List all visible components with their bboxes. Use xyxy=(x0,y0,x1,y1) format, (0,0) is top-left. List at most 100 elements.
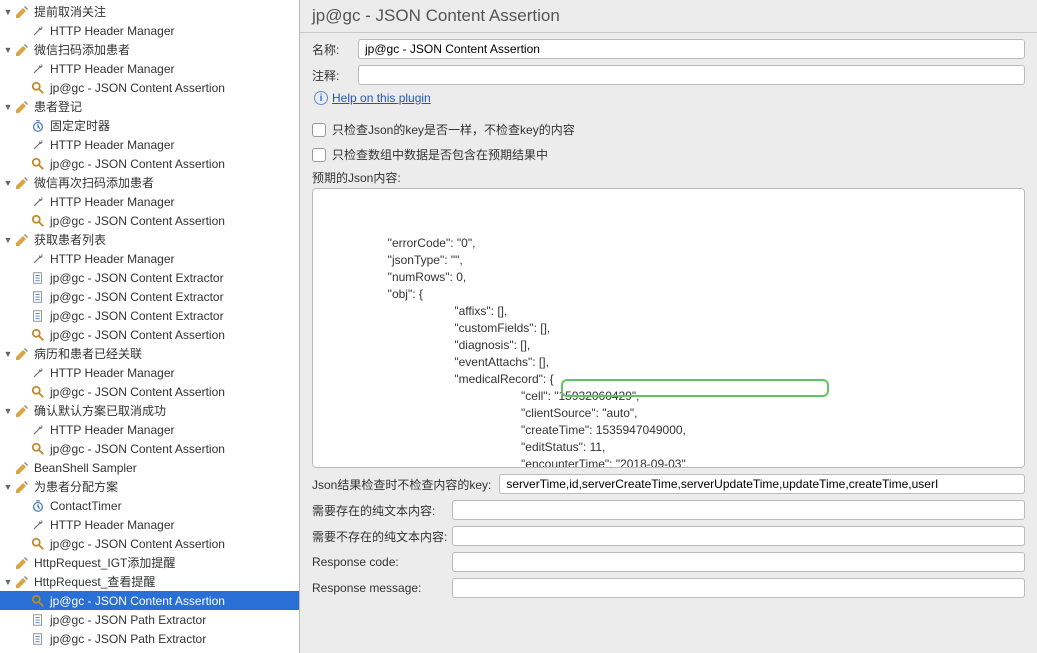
json-line: "eventAttachs": [], xyxy=(321,354,1016,371)
tree-item-label: jp@gc - JSON Content Extractor xyxy=(50,290,224,304)
tree-item[interactable]: ContactTimer xyxy=(0,496,299,515)
tree-item[interactable]: jp@gc - JSON Content Assertion xyxy=(0,591,299,610)
tree-item[interactable]: 固定定时器 xyxy=(0,116,299,135)
tree-item[interactable]: ▼患者登记 xyxy=(0,97,299,116)
tree-item[interactable]: ▼为患者分配方案 xyxy=(0,477,299,496)
tree-toggle[interactable]: ▼ xyxy=(2,406,14,416)
tree-item[interactable]: ▼确认默认方案已取消成功 xyxy=(0,401,299,420)
timer-icon xyxy=(30,498,46,514)
tree-toggle[interactable]: ▼ xyxy=(2,178,14,188)
name-input[interactable] xyxy=(358,39,1025,59)
tree-item-label: HTTP Header Manager xyxy=(50,195,175,209)
tree-item[interactable]: ▼微信再次扫码添加患者 xyxy=(0,173,299,192)
response-code-input[interactable] xyxy=(452,552,1025,572)
ignore-key-input[interactable] xyxy=(499,474,1025,494)
tree-item-label: jp@gc - JSON Path Extractor xyxy=(50,632,206,646)
tree-item[interactable]: BeanShell Sampler xyxy=(0,458,299,477)
tree-panel[interactable]: ▼提前取消关注 HTTP Header Manager ▼ 微信扫码添加患者 HTTP … xyxy=(0,0,300,653)
tree-item[interactable]: jp@gc - JSON Content Extractor xyxy=(0,268,299,287)
tree-item-label: jp@gc - JSON Content Assertion xyxy=(50,214,225,228)
json-line: "clientSource": "auto", xyxy=(321,405,1016,422)
tree-item[interactable]: jp@gc - JSON Content Assertion xyxy=(0,534,299,553)
tree-item-label: jp@gc - JSON Content Extractor xyxy=(50,309,224,323)
tree-item[interactable]: HTTP Header Manager xyxy=(0,192,299,211)
checkbox-array-contains[interactable] xyxy=(312,148,326,162)
tree-toggle[interactable]: ▼ xyxy=(2,577,14,587)
json-line: "createTime": 1535947049000, xyxy=(321,422,1016,439)
magnifier-icon xyxy=(30,441,46,457)
tree-toggle[interactable]: ▼ xyxy=(2,45,14,55)
help-link[interactable]: Help on this plugin xyxy=(332,91,431,105)
tree-item[interactable]: ▼获取患者列表 xyxy=(0,230,299,249)
tree-toggle[interactable]: ▼ xyxy=(2,102,14,112)
tree-toggle[interactable]: ▼ xyxy=(2,482,14,492)
doc-icon xyxy=(30,270,46,286)
tree-item[interactable]: jp@gc - JSON Content Assertion xyxy=(0,78,299,97)
json-line: "affixs": [], xyxy=(321,303,1016,320)
doc-icon xyxy=(30,631,46,647)
tree-item[interactable]: HttpRequest_IGT添加提醒 xyxy=(0,553,299,572)
tree-item-label: BeanShell Sampler xyxy=(34,461,137,475)
tree-item-label: HTTP Header Manager xyxy=(50,24,175,38)
tree-item[interactable]: HTTP Header Manager xyxy=(0,21,299,40)
wrench-icon xyxy=(30,194,46,210)
tree-toggle[interactable]: ▼ xyxy=(2,349,14,359)
tree-item[interactable]: HTTP Header Manager xyxy=(0,59,299,78)
tree-item[interactable]: jp@gc - JSON Content Assertion xyxy=(0,382,299,401)
tree-item-label: jp@gc - JSON Content Assertion xyxy=(50,328,225,342)
tree-item-label: HTTP Header Manager xyxy=(50,62,175,76)
tree-item[interactable]: HTTP Header Manager xyxy=(0,135,299,154)
wrench-icon xyxy=(30,61,46,77)
tree-item[interactable]: jp@gc - JSON Content Assertion xyxy=(0,439,299,458)
tree-item-label: HTTP Header Manager xyxy=(50,252,175,266)
magnifier-icon xyxy=(30,80,46,96)
tree-item-label: jp@gc - JSON Path Extractor xyxy=(50,613,206,627)
checkbox-only-keys[interactable] xyxy=(312,123,326,137)
tree-toggle[interactable]: ▼ xyxy=(2,7,14,17)
tree-item[interactable]: ▼HttpRequest_查看提醒 xyxy=(0,572,299,591)
magnifier-icon xyxy=(30,156,46,172)
tree-item[interactable]: jp@gc - JSON Path Extractor xyxy=(0,610,299,629)
ignore-key-label: Json结果检查时不检查内容的key: xyxy=(312,476,491,493)
tree-item[interactable]: HTTP Header Manager xyxy=(0,420,299,439)
tree-item-label: 固定定时器 xyxy=(50,117,110,134)
tree-item[interactable]: jp@gc - JSON Content Assertion xyxy=(0,211,299,230)
tree-item[interactable]: jp@gc - JSON Content Extractor xyxy=(0,287,299,306)
must-exist-input[interactable] xyxy=(452,500,1025,520)
tree-item[interactable]: ▼病历和患者已经关联 xyxy=(0,344,299,363)
wrench-icon xyxy=(30,422,46,438)
tree-item-label: ContactTimer xyxy=(50,499,122,513)
response-message-input[interactable] xyxy=(452,578,1025,598)
comment-label: 注释: xyxy=(312,67,350,84)
magnifier-icon xyxy=(30,593,46,609)
magnifier-icon xyxy=(30,213,46,229)
expected-json-textarea[interactable]: "errorCode": "0", "jsonType": "", "numRo… xyxy=(312,188,1025,468)
info-icon: i xyxy=(314,91,328,105)
pencil-icon xyxy=(14,574,30,590)
must-exist-label: 需要存在的纯文本内容: xyxy=(312,502,444,519)
doc-icon xyxy=(30,612,46,628)
doc-icon xyxy=(30,308,46,324)
tree-item-label: jp@gc - JSON Content Assertion xyxy=(50,537,225,551)
json-line: "numRows": 0, xyxy=(321,269,1016,286)
name-label: 名称: xyxy=(312,41,350,58)
tree-item[interactable]: ▼ 微信扫码添加患者 xyxy=(0,40,299,59)
magnifier-icon xyxy=(30,384,46,400)
tree-toggle[interactable]: ▼ xyxy=(2,235,14,245)
tree-item-label: 微信扫码添加患者 xyxy=(34,41,130,58)
tree-item[interactable]: jp@gc - JSON Content Assertion xyxy=(0,325,299,344)
tree-item[interactable]: HTTP Header Manager xyxy=(0,363,299,382)
tree-item[interactable]: ▼提前取消关注 xyxy=(0,2,299,21)
response-code-label: Response code: xyxy=(312,555,444,569)
json-line: "cell": "15932060429", xyxy=(321,388,1016,405)
timer-icon xyxy=(30,118,46,134)
tree-item[interactable]: HTTP Header Manager xyxy=(0,249,299,268)
must-not-exist-input[interactable] xyxy=(452,526,1025,546)
tree-item[interactable]: jp@gc - JSON Content Assertion xyxy=(0,154,299,173)
tree-item-label: jp@gc - JSON Content Extractor xyxy=(50,271,224,285)
tree-item-label: HTTP Header Manager xyxy=(50,423,175,437)
tree-item[interactable]: jp@gc - JSON Content Extractor xyxy=(0,306,299,325)
comment-input[interactable] xyxy=(358,65,1025,85)
tree-item[interactable]: HTTP Header Manager xyxy=(0,515,299,534)
tree-item[interactable]: jp@gc - JSON Path Extractor xyxy=(0,629,299,648)
